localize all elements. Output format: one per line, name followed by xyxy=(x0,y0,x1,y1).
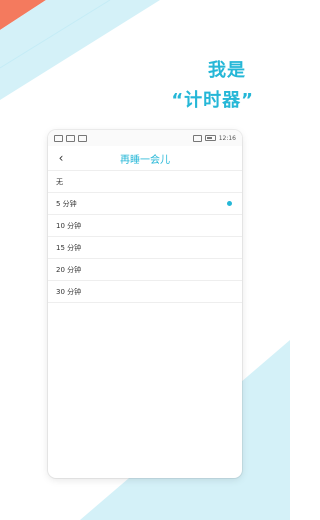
battery-icon xyxy=(204,135,216,141)
option-label: 30 分钟 xyxy=(56,287,82,296)
option-label: 5 分钟 xyxy=(56,199,77,208)
option-label: 20 分钟 xyxy=(56,265,82,274)
status-time: 12:16 xyxy=(218,134,236,142)
headline-line-2: “计时器” xyxy=(171,90,254,111)
page-title: 再睡一会儿 xyxy=(120,154,170,166)
snooze-options-list: 无 5 分钟 10 分钟 15 分钟 20 分钟 30 分钟 xyxy=(48,171,242,303)
alarm-icon xyxy=(192,134,202,142)
option-label: 无 xyxy=(56,177,63,186)
list-item[interactable]: 无 xyxy=(48,171,242,193)
light-blue-stripe-top xyxy=(0,0,160,100)
chevron-left-icon[interactable]: ‹ xyxy=(54,150,68,166)
list-item[interactable]: 10 分钟 xyxy=(48,215,242,237)
phone-screen: 12:16 ‹ 再睡一会儿 无 5 分钟 10 分钟 15 分钟 20 分钟 3… xyxy=(48,130,242,478)
signal-icon xyxy=(66,134,75,142)
option-label: 10 分钟 xyxy=(56,221,82,230)
status-bar: 12:16 xyxy=(48,130,242,146)
status-right-icons: 12:16 xyxy=(192,134,236,142)
nav-bar: ‹ 再睡一会儿 xyxy=(48,146,242,171)
list-item[interactable]: 20 分钟 xyxy=(48,259,242,281)
notification-icon xyxy=(54,134,63,142)
list-item[interactable]: 5 分钟 xyxy=(48,193,242,215)
headline-line-1: 我是 xyxy=(208,60,246,81)
list-item[interactable]: 15 分钟 xyxy=(48,237,242,259)
wifi-icon xyxy=(78,134,87,142)
status-left-icons xyxy=(54,134,87,142)
selected-dot-icon xyxy=(227,201,232,206)
list-item[interactable]: 30 分钟 xyxy=(48,281,242,303)
option-label: 15 分钟 xyxy=(56,243,82,252)
